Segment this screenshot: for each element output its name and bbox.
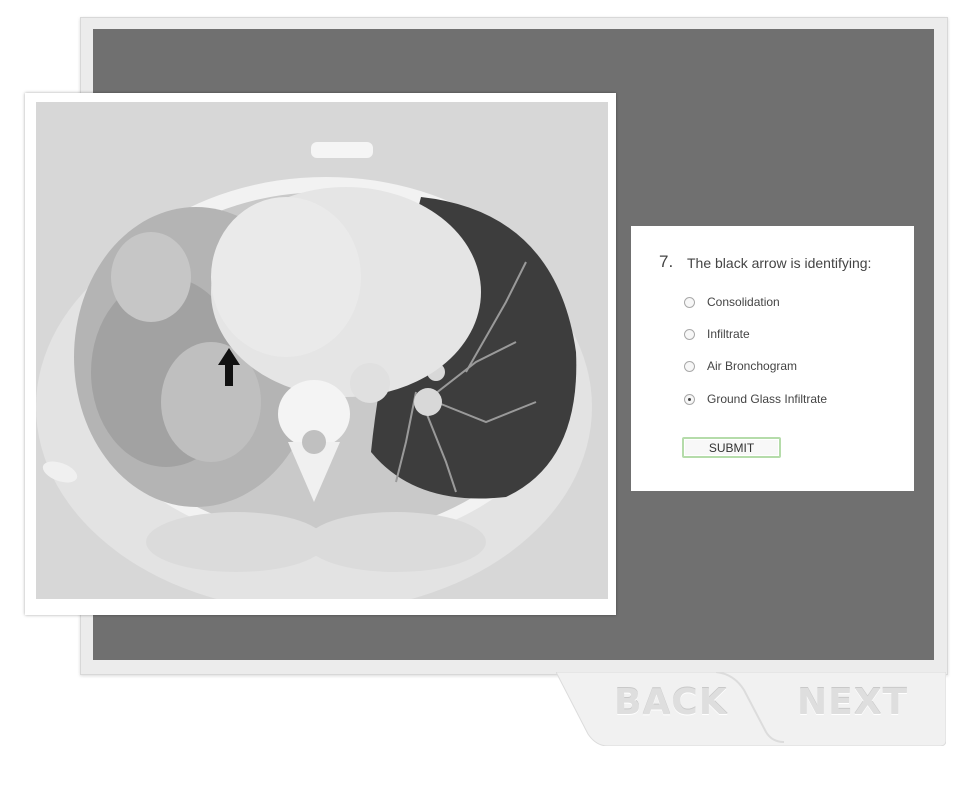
submit-button[interactable]: SUBMIT [682, 437, 781, 458]
navigation-tab: BACK NEXT [556, 672, 946, 746]
ct-scan-image [36, 102, 608, 599]
question-number: 7. [659, 252, 674, 271]
ct-image-card [25, 93, 616, 615]
radio-air-bronchogram[interactable] [684, 360, 695, 372]
option-label: Air Bronchogram [707, 359, 798, 373]
option-infiltrate[interactable]: Infiltrate [684, 325, 750, 343]
option-air-bronchogram[interactable]: Air Bronchogram [684, 357, 797, 375]
option-ground-glass-infiltrate[interactable]: Ground Glass Infiltrate [684, 390, 827, 408]
question-panel: 7. The black arrow is identifying: Conso… [631, 226, 914, 491]
option-label: Infiltrate [707, 327, 750, 341]
next-button[interactable]: NEXT [797, 682, 908, 723]
option-label: Ground Glass Infiltrate [707, 392, 828, 406]
option-consolidation[interactable]: Consolidation [684, 293, 780, 311]
radio-infiltrate[interactable] [684, 328, 695, 340]
question-text: The black arrow is identifying: [687, 255, 872, 271]
radio-ground-glass-infiltrate[interactable] [684, 393, 695, 405]
arrow-up-icon [218, 348, 240, 386]
radio-consolidation[interactable] [684, 296, 695, 308]
back-button[interactable]: BACK [614, 682, 728, 723]
option-label: Consolidation [707, 295, 780, 309]
